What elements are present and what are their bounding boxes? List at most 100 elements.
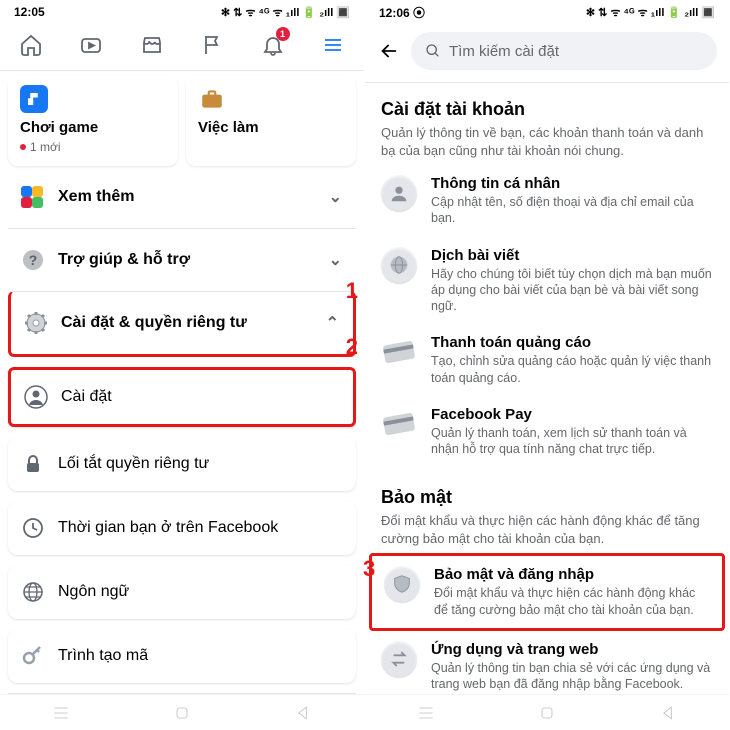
item-title: Thông tin cá nhân	[431, 175, 713, 192]
right-content: Cài đặt tài khoản Quản lý thông tin về b…	[365, 83, 729, 694]
item-desc: Cập nhật tên, số điện thoại và địa chỉ e…	[431, 194, 713, 227]
left-content: Chơi game 1 mới Việc làm Xem thêm ⌄ ? Tr…	[0, 71, 364, 694]
profile-icon	[23, 384, 49, 410]
swap-icon	[381, 641, 417, 677]
chevron-down-icon: ⌄	[329, 187, 342, 207]
nav-footer	[365, 694, 729, 730]
svg-text:?: ?	[29, 252, 38, 268]
code-gen-label: Trình tạo mã	[58, 647, 148, 665]
nav-back-icon[interactable]	[658, 703, 678, 723]
chevron-up-icon: ⌃	[326, 313, 339, 333]
item-desc: Đổi mật khẩu và thực hiện các hành động …	[434, 585, 710, 618]
flag-icon[interactable]	[193, 28, 231, 62]
settings-item[interactable]: Cài đặt	[8, 367, 356, 427]
gaming-icon	[20, 85, 48, 113]
globe-icon	[381, 247, 417, 283]
shield-icon	[384, 566, 420, 602]
security-section: Bảo mật Đổi mật khẩu và thực hiện các hà…	[365, 467, 729, 553]
section-title: Bảo mật	[381, 487, 713, 508]
chevron-down-icon: ⌄	[329, 250, 342, 270]
privacy-shortcut-item[interactable]: Lối tắt quyền riêng tư	[8, 437, 356, 491]
back-icon[interactable]	[377, 39, 401, 63]
section-desc: Quản lý thông tin về bạn, các khoản than…	[381, 124, 713, 159]
item-apps-websites[interactable]: Ứng dụng và trang webQuản lý thông tin b…	[365, 631, 729, 694]
search-header: Tìm kiếm cài đặt	[365, 24, 729, 83]
logout-row[interactable]: Đăng xuất	[8, 693, 356, 694]
shortcut-sub: 1 mới	[20, 140, 166, 154]
item-ad-payments[interactable]: Thanh toán quảng cáo Tạo, chỉnh sửa quảng…	[365, 324, 729, 396]
item-desc: Quản lý thông tin bạn chia sẻ với các ứn…	[431, 660, 713, 693]
settings-privacy-row[interactable]: Cài đặt & quyền riêng tư ⌃	[8, 291, 356, 357]
status-time: 12:06	[379, 6, 410, 20]
bell-icon[interactable]: 1	[254, 28, 292, 62]
settings-privacy-label: Cài đặt & quyền riêng tư	[61, 314, 247, 332]
search-input[interactable]: Tìm kiếm cài đặt	[411, 32, 717, 70]
status-bar: 12:05 ✻ ⇅ ᯤ ⁴ᴳ ᯤ ₁ıll 🔋 ₂ıll 🔳	[0, 0, 364, 24]
home-icon[interactable]	[12, 28, 50, 62]
person-icon	[381, 175, 417, 211]
section-desc: Đổi mật khẩu và thực hiện các hành động …	[381, 512, 713, 547]
time-label: Thời gian bạn ở trên Facebook	[58, 519, 278, 537]
annotation-3: 3	[363, 556, 375, 582]
shortcut-row: Chơi game 1 mới Việc làm	[8, 75, 356, 166]
gear-icon	[23, 310, 49, 336]
new-dot-icon	[20, 144, 26, 150]
nav-home-icon[interactable]	[537, 703, 557, 723]
phone-right: 12:06 ⦿ ✻ ⇅ ᯤ ⁴ᴳ ᯤ ₁ıll 🔋 ₂ıll 🔳 Tìm kiế…	[365, 0, 730, 730]
annotation-1: 1	[346, 278, 358, 304]
status-bar: 12:06 ⦿ ✻ ⇅ ᯤ ⁴ᴳ ᯤ ₁ıll 🔋 ₂ıll 🔳	[365, 0, 729, 24]
account-section: Cài đặt tài khoản Quản lý thông tin về b…	[365, 83, 729, 165]
shortcut-jobs[interactable]: Việc làm	[186, 75, 356, 166]
shortcut-title: Việc làm	[198, 119, 344, 136]
help-icon: ?	[20, 247, 46, 273]
item-facebook-pay[interactable]: Facebook Pay Quản lý thanh toán, xem lịch…	[365, 396, 729, 468]
item-title: Bảo mật và đăng nhập	[434, 566, 710, 583]
nav-footer	[0, 694, 364, 730]
nav-home-icon[interactable]	[172, 703, 192, 723]
item-translate[interactable]: Dịch bài viết Hãy cho chúng tôi biết tùy …	[365, 237, 729, 325]
item-personal-info[interactable]: Thông tin cá nhân Cập nhật tên, số điện t…	[365, 165, 729, 237]
item-desc: Tạo, chỉnh sửa quảng cáo hoặc quản lý vi…	[431, 353, 713, 386]
hamburger-icon[interactable]	[314, 28, 352, 62]
nav-recents-icon[interactable]	[51, 703, 71, 723]
key-icon	[20, 643, 46, 669]
marketplace-icon[interactable]	[133, 28, 171, 62]
time-on-fb-item[interactable]: Thời gian bạn ở trên Facebook	[8, 501, 356, 555]
item-title: Thanh toán quảng cáo	[431, 334, 713, 351]
item-title: Facebook Pay	[431, 406, 713, 423]
item-title: Dịch bài viết	[431, 247, 713, 264]
status-icons: ✻ ⇅ ᯤ ⁴ᴳ ᯤ ₁ıll 🔋 ₂ıll 🔳	[221, 5, 350, 20]
clock-icon	[20, 515, 46, 541]
search-placeholder: Tìm kiếm cài đặt	[449, 43, 559, 60]
item-desc: Quản lý thanh toán, xem lịch sử thanh to…	[431, 425, 713, 458]
see-more-label: Xem thêm	[58, 188, 134, 206]
lock-icon	[20, 451, 46, 477]
item-security-login[interactable]: Bảo mật và đăng nhập Đổi mật khẩu và thực…	[369, 553, 725, 631]
settings-label: Cài đặt	[61, 388, 112, 406]
code-gen-item[interactable]: Trình tạo mã	[8, 629, 356, 683]
search-icon	[425, 43, 441, 59]
bell-badge: 1	[276, 27, 290, 41]
shortcut-gaming[interactable]: Chơi game 1 mới	[8, 75, 178, 166]
shortcut-sub-text: 1 mới	[30, 140, 61, 154]
section-title: Cài đặt tài khoản	[381, 99, 713, 120]
status-time: 12:05	[14, 5, 45, 19]
messenger-icon: ⦿	[413, 6, 425, 20]
help-support-row[interactable]: ? Trợ giúp & hỗ trợ ⌄	[8, 228, 356, 291]
annotation-2: 2	[346, 334, 358, 360]
apps-grid-icon	[20, 184, 46, 210]
nav-back-icon[interactable]	[293, 703, 313, 723]
status-icons: ✻ ⇅ ᯤ ⁴ᴳ ᯤ ₁ıll 🔋 ₂ıll 🔳	[586, 5, 715, 20]
shortcut-title: Chơi game	[20, 119, 166, 136]
see-more-row[interactable]: Xem thêm ⌄	[8, 166, 356, 228]
language-item[interactable]: Ngôn ngữ	[8, 565, 356, 619]
card-icon	[381, 406, 417, 442]
jobs-icon	[198, 85, 226, 113]
help-label: Trợ giúp & hỗ trợ	[58, 251, 190, 269]
top-nav: 1	[0, 24, 364, 71]
phone-left: 12:05 ✻ ⇅ ᯤ ⁴ᴳ ᯤ ₁ıll 🔋 ₂ıll 🔳 1 Chơi ga…	[0, 0, 365, 730]
item-desc: Hãy cho chúng tôi biết tùy chọn dịch mà …	[431, 266, 713, 315]
language-label: Ngôn ngữ	[58, 583, 129, 601]
watch-icon[interactable]	[72, 28, 110, 62]
nav-recents-icon[interactable]	[416, 703, 436, 723]
